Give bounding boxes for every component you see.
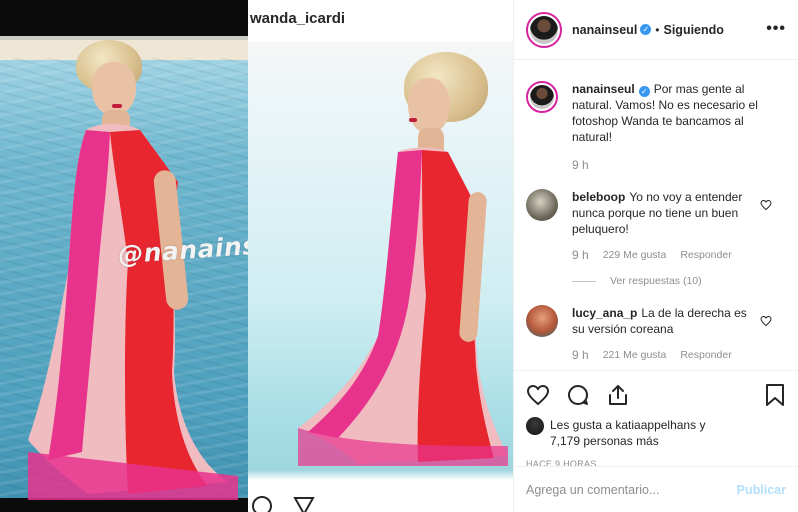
post-media[interactable]: @nanainseul wanda_icardi [0,0,513,512]
caption-username[interactable]: nanainseul [572,82,635,96]
caption-time[interactable]: 9 h [572,157,589,173]
comment-item: lucy_ana_p La de la derecha es su versión… [526,305,786,363]
more-options-icon[interactable]: ••• [766,20,786,38]
photo-right [248,0,513,512]
reply-button[interactable]: Responder [680,347,731,363]
comment-username[interactable]: beleboop [572,190,625,204]
avatar[interactable] [526,305,558,337]
post-header: nanainseul ✓ • Siguiendo ••• [514,0,798,60]
comment-likes[interactable]: 221 Me gusta [603,347,667,363]
heart-icon[interactable] [760,315,772,327]
share-icon[interactable] [606,383,630,407]
woman-figure-left [28,40,238,500]
post-sidebar: nanainseul ✓ • Siguiendo ••• nanainseul ✓… [513,0,798,512]
avatar[interactable] [526,81,558,113]
heart-icon[interactable] [526,383,550,407]
likes-line-2[interactable]: 7,179 personas más [550,433,705,449]
heart-icon[interactable] [760,199,772,211]
caption: nanainseul ✓ Por mas gente al natural. Vam… [526,81,786,173]
comment-likes[interactable]: 229 Me gusta [603,247,667,263]
bookmark-icon[interactable] [764,383,786,407]
woman-figure-right [288,52,508,472]
reply-button[interactable]: Responder [680,247,731,263]
likes-line-1[interactable]: Les gusta a katiaappelhans y [550,417,705,433]
comment-username[interactable]: lucy_ana_p [572,306,637,320]
view-replies-button[interactable]: Ver respuestas (10) [572,275,786,287]
post-username[interactable]: nanainseul [572,23,637,37]
verified-badge-icon: ✓ [640,24,652,35]
view-replies-label[interactable]: Ver respuestas (10) [610,275,702,287]
comment-item: beleboop Yo no voy a entender nunca porqu… [526,189,786,263]
comment-time[interactable]: 9 h [572,247,589,263]
post-actions: Les gusta a katiaappelhans y 7,179 perso… [514,370,798,469]
avatar[interactable] [526,189,558,221]
comment-icon [252,496,272,512]
avatar[interactable] [526,11,562,48]
cropped-media-icons [250,494,316,512]
following-button[interactable]: Siguiendo [664,23,724,37]
verified-badge-icon: ✓ [638,86,650,97]
likes-summary: Les gusta a katiaappelhans y 7,179 perso… [526,417,786,449]
comment-time[interactable]: 9 h [572,347,589,363]
share-icon [293,497,315,512]
publish-button[interactable]: Publicar [737,483,786,497]
comment-icon[interactable] [566,383,590,407]
comment-input[interactable] [526,482,737,497]
separator-dot: • [655,22,660,37]
avatar[interactable] [526,417,544,435]
cropped-username: wanda_icardi [250,10,346,27]
add-comment-bar: Publicar [514,466,798,512]
comments-list: nanainseul ✓ Por mas gente al natural. Vam… [514,61,798,370]
photo-left: @nanainseul [0,0,248,512]
